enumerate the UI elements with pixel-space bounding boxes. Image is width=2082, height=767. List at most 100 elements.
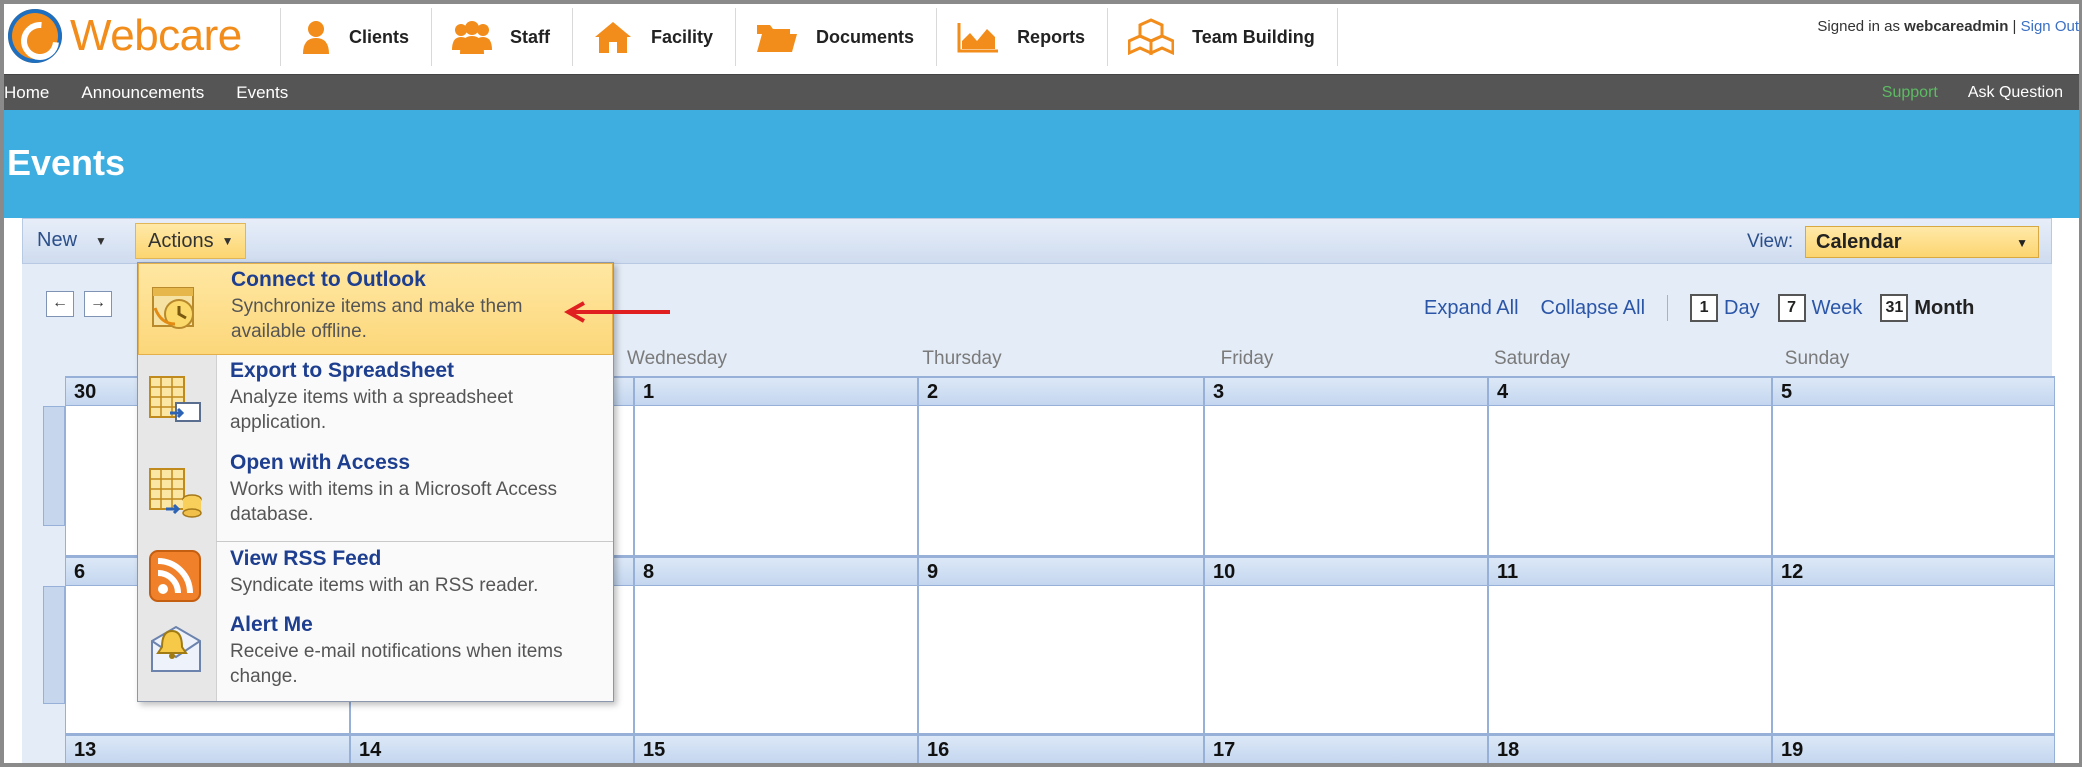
day-cell[interactable]: 18 <box>1488 734 1772 763</box>
day-cell[interactable]: 1 <box>634 376 918 556</box>
list-toolbar: New ▼ Actions ▼ View: Calendar ▼ <box>22 218 2052 264</box>
day-cell[interactable]: 13 <box>65 734 350 763</box>
sign-out-link[interactable]: Sign Out <box>2021 18 2079 35</box>
day-cell[interactable]: 2 <box>918 376 1204 556</box>
month-scale-button[interactable]: 31 Month <box>1880 294 1974 322</box>
menu-item-desc: Receive e-mail notifications when items … <box>230 641 563 687</box>
menu-connect-to-outlook[interactable]: Connect to Outlook Synchronize items and… <box>138 263 613 355</box>
nav-clients[interactable]: Clients <box>280 8 431 66</box>
house-icon <box>595 22 632 53</box>
logo-text: Webcare <box>70 11 242 60</box>
day-cell[interactable]: 12 <box>1772 556 2055 734</box>
chevron-down-icon: ▼ <box>2016 236 2028 250</box>
nav-reports[interactable]: Reports <box>936 8 1107 66</box>
actions-label: Actions <box>148 229 214 252</box>
view-select-value: Calendar <box>1816 231 1902 253</box>
boxes-icon <box>1128 18 1175 56</box>
day-number: 15 <box>635 734 917 763</box>
nav-reports-label: Reports <box>1017 26 1086 47</box>
ask-question-link[interactable]: Ask Question <box>1968 84 2063 102</box>
outlook-sync-icon <box>152 287 194 329</box>
nav-facility[interactable]: Facility <box>572 8 735 66</box>
menu-item-title: View RSS Feed <box>230 547 382 570</box>
week-expander[interactable] <box>43 406 65 526</box>
day-cell[interactable]: 11 <box>1488 556 1772 734</box>
nav-team-building[interactable]: Team Building <box>1107 8 1338 66</box>
chart-icon <box>957 23 999 53</box>
day-number: 8 <box>635 556 917 586</box>
menu-item-desc: Works with items in a Microsoft Access d… <box>230 479 557 525</box>
alert-bell-icon <box>151 625 201 672</box>
subnav-announcements[interactable]: Announcements <box>81 83 204 103</box>
day-cell[interactable]: 4 <box>1488 376 1772 556</box>
day-scale-label: Day <box>1724 296 1760 319</box>
day-number: 1 <box>635 376 917 406</box>
day-number: 10 <box>1205 556 1487 586</box>
page-title: Events <box>7 142 126 183</box>
day-scale-button[interactable]: 1 Day <box>1690 294 1760 322</box>
week-scale-label: Week <box>1811 296 1863 319</box>
day-cell[interactable]: 14 <box>350 734 634 763</box>
actions-dropdown-menu: Connect to Outlook Synchronize items and… <box>137 262 614 702</box>
day-cell[interactable]: 19 <box>1772 734 2055 763</box>
day-cell[interactable]: 3 <box>1204 376 1488 556</box>
day-cell[interactable]: 10 <box>1204 556 1488 734</box>
nav-staff-label: Staff <box>510 26 551 47</box>
nav-staff[interactable]: Staff <box>431 8 572 66</box>
week-scale-button[interactable]: 7 Week <box>1777 294 1863 322</box>
subnav-home[interactable]: Home <box>4 83 49 103</box>
actions-menu-button[interactable]: Actions ▼ <box>135 223 247 259</box>
expand-all-link[interactable]: Expand All <box>1424 297 1519 320</box>
nav-documents[interactable]: Documents <box>735 8 936 66</box>
red-arrow-icon <box>564 301 670 323</box>
group-icon <box>452 21 493 54</box>
day-header-sunday: Sunday <box>1784 348 1850 369</box>
day-number: 19 <box>1773 734 2054 763</box>
week-calendar-icon: 7 <box>1777 294 1806 322</box>
day-cell[interactable]: 9 <box>918 556 1204 734</box>
subnav-events[interactable]: Events <box>236 83 288 103</box>
collapse-all-link[interactable]: Collapse All <box>1541 297 1646 320</box>
menu-export-to-spreadsheet[interactable]: Export to Spreadsheet Analyze items with… <box>138 355 613 447</box>
person-icon <box>303 21 329 54</box>
new-label: New <box>37 229 78 251</box>
webcare-logo[interactable]: Webcare <box>8 8 242 64</box>
month-scale-label: Month <box>1914 296 1975 319</box>
next-arrow-icon[interactable]: → <box>84 291 112 317</box>
spreadsheet-export-icon <box>149 376 201 422</box>
calendar-controls: Expand All Collapse All 1 Day 7 Week 31 … <box>1424 294 1992 322</box>
new-menu-button[interactable]: New ▼ <box>37 229 107 252</box>
day-cell[interactable]: 17 <box>1204 734 1488 763</box>
support-link[interactable]: Support <box>1882 84 1938 102</box>
day-cell[interactable]: 8 <box>634 556 918 734</box>
week-expander[interactable] <box>43 586 65 704</box>
logo-icon <box>8 9 62 63</box>
menu-item-title: Open with Access <box>230 451 411 474</box>
signin-separator: | <box>2012 18 2017 35</box>
folder-icon <box>757 25 798 52</box>
username: webcareadmin <box>1904 18 2009 35</box>
signed-in-prefix: Signed in as <box>1817 18 1900 35</box>
previous-arrow-icon[interactable]: ← <box>46 291 74 317</box>
chevron-down-icon: ▼ <box>221 234 234 248</box>
view-select[interactable]: Calendar ▼ <box>1805 226 2039 258</box>
day-number: 4 <box>1489 376 1771 406</box>
day-number: 3 <box>1205 376 1487 406</box>
rss-icon <box>149 550 201 602</box>
day-cell[interactable]: 16 <box>918 734 1204 763</box>
nav-clients-label: Clients <box>349 26 410 47</box>
sub-nav: Home Announcements Events Support Ask Qu… <box>4 74 2079 110</box>
menu-open-with-access[interactable]: Open with Access Works with items in a M… <box>138 447 613 539</box>
day-number: 13 <box>66 734 349 763</box>
menu-divider <box>216 541 613 542</box>
day-number: 17 <box>1205 734 1487 763</box>
browser-frame: Webcare Clients Staff Facility Documents <box>0 0 2082 767</box>
day-header-saturday: Saturday <box>1493 348 1571 369</box>
menu-item-title: Export to Spreadsheet <box>230 359 455 382</box>
view-label: View: <box>1747 231 1794 252</box>
menu-view-rss-feed[interactable]: View RSS Feed Syndicate items with an RS… <box>138 543 613 609</box>
controls-divider <box>1667 295 1669 321</box>
day-cell[interactable]: 15 <box>634 734 918 763</box>
menu-alert-me[interactable]: Alert Me Receive e-mail notifications wh… <box>138 609 613 701</box>
day-cell[interactable]: 5 <box>1772 376 2055 556</box>
